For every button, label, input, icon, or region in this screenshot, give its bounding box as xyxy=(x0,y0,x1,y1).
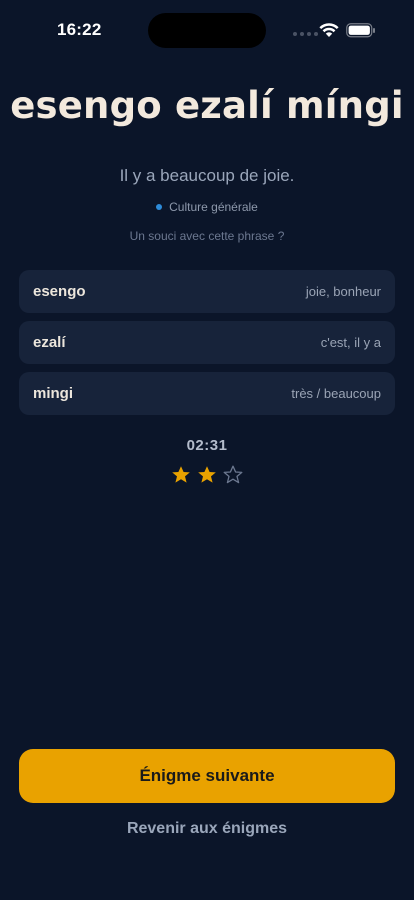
word-meaning: très / beaucoup xyxy=(291,386,381,401)
category-dot-icon xyxy=(156,204,163,210)
dynamic-island xyxy=(148,13,266,48)
status-time: 16:22 xyxy=(57,20,102,39)
word-meaning: c'est, il y a xyxy=(320,335,381,350)
wifi-icon xyxy=(319,22,339,43)
next-puzzle-button[interactable]: Énigme suivante xyxy=(19,749,395,803)
word-row: mingi très / beaucoup xyxy=(19,372,395,415)
status-bar: 16:22 xyxy=(0,0,414,60)
signal-dots-icon xyxy=(293,32,318,36)
phrase-title: esengo ezalí míngi xyxy=(10,84,404,127)
star-empty-icon xyxy=(223,465,243,484)
category-tag: Culture générale xyxy=(0,200,414,214)
star-filled-icon xyxy=(171,465,191,484)
word-meaning: joie, bonheur xyxy=(305,284,381,299)
star-filled-icon xyxy=(197,465,217,484)
back-to-puzzles-button[interactable]: Revenir aux énigmes xyxy=(0,820,414,838)
phrase-translation: Il y a beaucoup de joie. xyxy=(119,166,295,185)
star-rating xyxy=(0,465,414,484)
completion-time: 02:31 xyxy=(186,437,228,454)
word-row: esengo joie, bonheur xyxy=(19,270,395,313)
word-term: mingi xyxy=(33,385,73,402)
word-list: esengo joie, bonheur ezalí c'est, il y a… xyxy=(19,270,395,423)
category-label: Culture générale xyxy=(169,200,258,214)
battery-icon xyxy=(346,23,376,43)
report-issue-link[interactable]: Un souci avec cette phrase ? xyxy=(0,229,414,243)
word-row: ezalí c'est, il y a xyxy=(19,321,395,364)
word-term: esengo xyxy=(33,283,86,300)
word-term: ezalí xyxy=(33,334,66,351)
